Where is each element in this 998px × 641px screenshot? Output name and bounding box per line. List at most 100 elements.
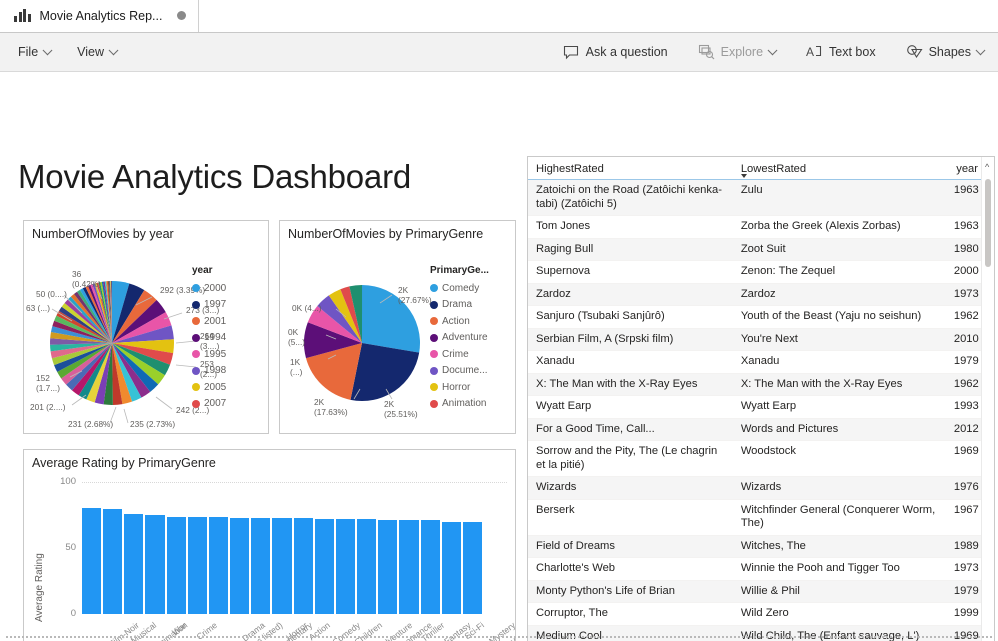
pie-data-label: 1K (...) <box>290 357 303 377</box>
legend-item[interactable]: Adventure <box>430 330 489 347</box>
legend-item-label: Drama <box>442 299 473 311</box>
report-tab[interactable]: Movie Analytics Rep... <box>0 0 200 32</box>
legend-item-label: 2000 <box>204 282 227 294</box>
bar-series <box>82 482 507 614</box>
legend-primarygenre: PrimaryGe... Comedy Drama Action Adventure C… <box>430 265 489 412</box>
legend-item-label: 1994 <box>204 332 227 344</box>
shapes-button[interactable]: Shapes <box>902 41 988 63</box>
bar[interactable] <box>208 517 229 614</box>
legend-item-label: 2001 <box>204 315 227 327</box>
bar[interactable] <box>420 520 440 614</box>
visual-pie-movies-by-genre[interactable]: NumberOfMovies by PrimaryGenre 2K (27.67%… <box>279 220 516 434</box>
bar[interactable] <box>124 514 144 614</box>
legend-item[interactable]: Drama <box>430 297 489 314</box>
bar[interactable] <box>314 518 334 614</box>
cell-lowestrated: Zenon: The Zequel <box>732 260 946 284</box>
legend-swatch <box>192 399 200 408</box>
bar[interactable] <box>187 517 207 614</box>
bar[interactable] <box>82 507 102 614</box>
legend-item[interactable]: Horror <box>430 379 489 396</box>
pie-chart-area: 292 (3.39%) 273 (3...) 264 (3....) 253 (2...)… <box>24 241 268 433</box>
table-row[interactable]: Sanjuro (Tsubaki Sanjûrô) Youth of the Be… <box>528 305 994 329</box>
column-header-lowestrated[interactable]: LowestRated <box>732 157 946 180</box>
pie-slice[interactable] <box>350 343 420 401</box>
bar[interactable] <box>230 517 250 614</box>
scroll-up-icon[interactable]: ^ <box>985 163 989 172</box>
shapes-icon <box>906 44 923 60</box>
visual-bar-average-rating[interactable]: Average Rating by PrimaryGenre Average R… <box>23 449 516 641</box>
table-row[interactable]: Tom Jones Zorba the Greek (Alexis Zorbas)… <box>528 215 994 239</box>
table-row[interactable]: X: The Man with the X-Ray Eyes X: The Man… <box>528 373 994 396</box>
legend-swatch <box>192 383 200 392</box>
explore-button[interactable]: Explore <box>694 41 780 63</box>
explore-icon <box>698 44 715 60</box>
cell-highestrated: Berserk <box>528 499 733 536</box>
table-row[interactable]: Supernova Zenon: The Zequel 2000 <box>528 260 994 284</box>
visual-pie-movies-by-year[interactable]: NumberOfMovies by year 292 (3.39%) 273 (3… <box>23 220 269 434</box>
table-row[interactable]: Wyatt Earp Wyatt Earp 1993 <box>528 395 994 419</box>
menu-file[interactable]: File <box>14 42 55 62</box>
table-row[interactable]: Xanadu Xanadu 1979 <box>528 350 994 374</box>
cell-lowestrated: You're Next <box>732 328 946 351</box>
legend-item[interactable]: 2005 <box>192 379 226 396</box>
legend-item[interactable]: 2000 <box>192 280 226 297</box>
bar[interactable] <box>272 517 292 614</box>
column-header-lowestrated-label: LowestRated <box>740 163 807 175</box>
legend-item[interactable]: 1994 <box>192 330 226 347</box>
legend-item-label: Crime <box>442 348 469 360</box>
legend-item[interactable]: Crime <box>430 346 489 363</box>
bar[interactable] <box>378 519 398 614</box>
table-row[interactable]: Medium Cool Wild Child, The (Enfant sauva… <box>528 625 994 641</box>
table-vertical-scrollbar[interactable]: ^ ˅ <box>981 157 994 641</box>
table-row[interactable]: Zardoz Zardoz 1973 <box>528 283 994 306</box>
bar[interactable] <box>251 517 271 614</box>
ask-a-question-button[interactable]: Ask a question <box>559 41 672 63</box>
text-box-label: Text box <box>829 45 876 59</box>
table-row[interactable]: Monty Python's Life of Brian Willie & Phi… <box>528 580 994 603</box>
table-row[interactable]: Zatoichi on the Road (Zatôichi kenka-tab… <box>528 179 994 216</box>
table-header-row: HighestRated LowestRated year <box>528 157 994 180</box>
menu-view-label: View <box>77 45 105 59</box>
text-box-button[interactable]: A Text box <box>802 41 880 63</box>
bar[interactable] <box>166 516 186 614</box>
legend-item[interactable]: 1998 <box>192 363 226 380</box>
table-row[interactable]: Corruptor, The Wild Zero 1999 <box>528 602 994 626</box>
cell-highestrated: Medium Cool <box>528 625 733 641</box>
bar[interactable] <box>293 517 313 614</box>
leader-line <box>71 394 87 406</box>
cell-lowestrated: Wizards <box>732 476 946 500</box>
unsaved-indicator-icon <box>177 11 187 20</box>
table-row[interactable]: Field of Dreams Witches, The 1989 <box>528 535 994 558</box>
visual-table-rated-movies[interactable]: HighestRated LowestRated year Zatoichi o… <box>527 156 995 641</box>
page-title: Movie Analytics Dashboard <box>18 158 412 195</box>
legend-item[interactable]: 1997 <box>192 297 226 314</box>
bar[interactable] <box>462 521 482 614</box>
bar[interactable] <box>103 509 123 614</box>
legend-item[interactable]: Docume... <box>430 363 489 380</box>
table-row[interactable]: Serbian Film, A (Srpski film) You're Next… <box>528 328 994 351</box>
legend-item[interactable]: Animation <box>430 396 489 413</box>
legend-item[interactable]: 2007 <box>192 396 226 413</box>
bar[interactable] <box>441 521 461 614</box>
legend-item[interactable]: 2001 <box>192 313 226 330</box>
scrollbar-thumb[interactable] <box>985 179 991 267</box>
bar[interactable] <box>357 519 377 614</box>
bar[interactable] <box>399 519 419 614</box>
table-row[interactable]: For a Good Time, Call... Words and Pictur… <box>528 418 994 441</box>
cell-highestrated: Serbian Film, A (Srpski film) <box>528 328 733 351</box>
legend-item[interactable]: 1995 <box>192 346 226 363</box>
table-row[interactable]: Sorrow and the Pity, The (Le chagrin et … <box>528 440 994 477</box>
cell-highestrated: Zardoz <box>528 283 733 306</box>
bar[interactable] <box>335 518 356 614</box>
cell-highestrated: Zatoichi on the Road (Zatôichi kenka-tab… <box>528 179 733 216</box>
table-row[interactable]: Wizards Wizards 1976 <box>528 476 994 500</box>
table-row[interactable]: Raging Bull Zoot Suit 1980 <box>528 238 994 261</box>
column-header-highestrated[interactable]: HighestRated <box>528 157 733 180</box>
legend-item[interactable]: Comedy <box>430 280 489 297</box>
table-row[interactable]: Charlotte's Web Winnie the Pooh and Tigge… <box>528 557 994 581</box>
menu-view[interactable]: View <box>73 42 121 62</box>
legend-swatch <box>192 317 200 326</box>
bar[interactable] <box>145 515 165 614</box>
table-row[interactable]: Berserk Witchfinder General (Conquerer Wo… <box>528 499 994 536</box>
legend-item[interactable]: Action <box>430 313 489 330</box>
